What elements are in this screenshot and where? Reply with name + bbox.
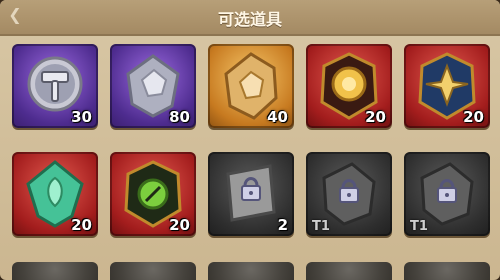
item-slot-locked-stone[interactable]: T1 [404, 152, 490, 236]
item-grid: 30 80 40 20 20 20 20 2 T1 T1 [12, 44, 490, 280]
item-slot-silver-ore[interactable]: 80 [110, 44, 196, 128]
item-slot-gold-ore[interactable]: 40 [208, 44, 294, 128]
item-slot-partial[interactable] [208, 262, 294, 280]
item-tier: T1 [312, 219, 330, 234]
item-slot-partial[interactable] [110, 262, 196, 280]
item-slot-star-emblem[interactable]: 20 [404, 44, 490, 128]
item-slot-green-emblem[interactable]: 20 [110, 152, 196, 236]
item-tier: T1 [410, 219, 428, 234]
item-count: 80 [169, 108, 190, 126]
item-slot-locked-stone[interactable]: T1 [306, 152, 392, 236]
item-slot-partial[interactable] [12, 262, 98, 280]
item-count: 30 [71, 108, 92, 126]
item-slot-locked-scroll[interactable]: 2 [208, 152, 294, 236]
item-count: 20 [463, 108, 484, 126]
item-count: 20 [169, 216, 190, 234]
item-count: 40 [267, 108, 288, 126]
item-slot-hammer[interactable]: 30 [12, 44, 98, 128]
page-title: 可选道具 [217, 10, 282, 29]
item-count: 20 [365, 108, 386, 126]
item-count: 2 [277, 216, 288, 234]
panel-header: ❮ 可选道具 [0, 0, 500, 36]
item-selection-panel: ❮ 可选道具 30 80 40 20 20 20 20 2 T1 T1 [0, 0, 500, 280]
item-slot-golden-emblem[interactable]: 20 [306, 44, 392, 128]
item-slot-partial[interactable] [306, 262, 392, 280]
item-slot-partial[interactable] [404, 262, 490, 280]
item-slot-leaf-gem[interactable]: 20 [12, 152, 98, 236]
item-count: 20 [71, 216, 92, 234]
